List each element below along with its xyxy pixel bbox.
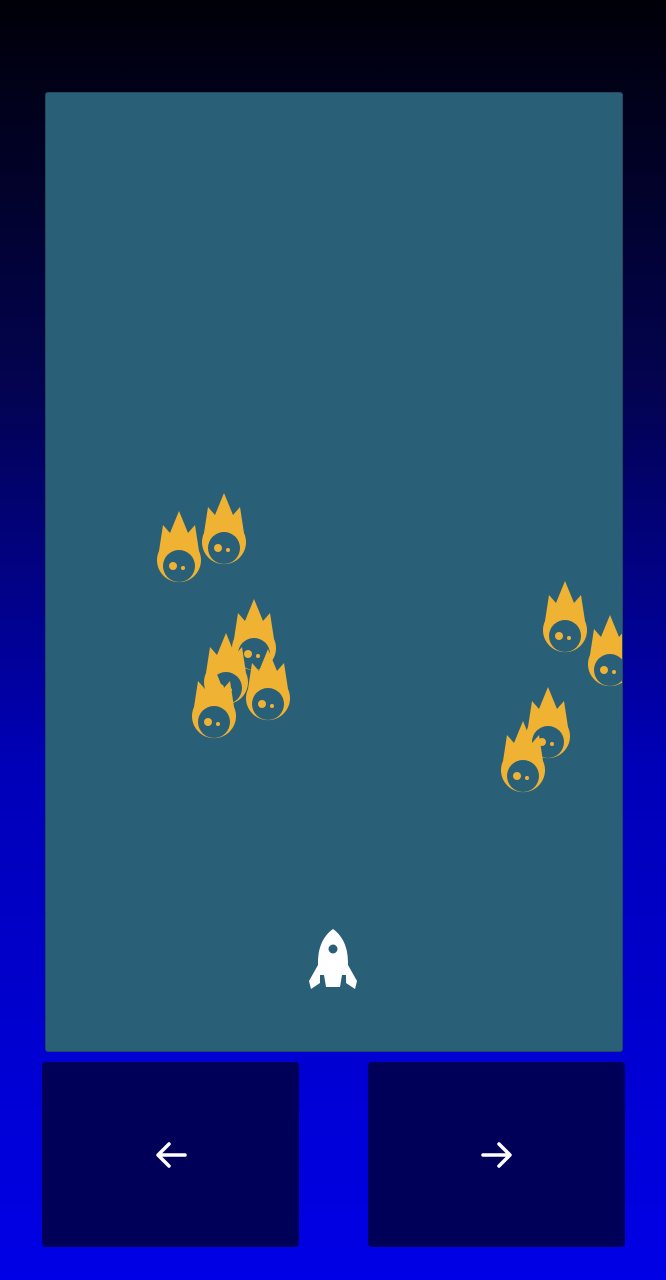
move-left-button[interactable] — [42, 1062, 299, 1247]
arrow-right-icon — [480, 1141, 512, 1168]
player-rocket-icon — [309, 929, 357, 989]
meteor-icon — [501, 721, 545, 793]
meteor-icon — [588, 615, 622, 687]
move-right-button[interactable] — [368, 1062, 625, 1247]
meteor-icon — [202, 493, 246, 565]
game-playfield — [45, 92, 623, 1052]
meteor-icon — [192, 667, 236, 739]
arrow-left-icon — [155, 1141, 187, 1168]
meteor-icon — [246, 649, 290, 721]
